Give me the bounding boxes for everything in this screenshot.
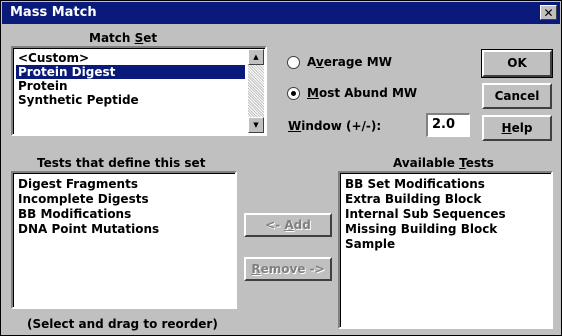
ok-button[interactable]: OK <box>481 49 553 78</box>
most-abund-mw-label: Most Abund MW <box>307 86 418 100</box>
tests-in-set-list[interactable]: Digest Fragments Incomplete Digests BB Mod… <box>11 171 237 309</box>
match-set-label: Match Set <box>89 31 158 45</box>
list-item[interactable]: Protein Digest <box>16 65 245 79</box>
close-button[interactable]: ✕ <box>540 5 557 20</box>
remove-button[interactable]: Remove -> <box>244 257 332 281</box>
cancel-button-label: Cancel <box>494 89 540 103</box>
cancel-button[interactable]: Cancel <box>482 83 552 109</box>
list-item[interactable]: Extra Building Block <box>343 192 548 206</box>
add-button-label: <- Add <box>265 218 311 232</box>
tests-in-set-label: Tests that define this set <box>37 156 206 170</box>
list-item[interactable]: Synthetic Peptide <box>16 93 245 107</box>
window-input[interactable]: 2.0 <box>426 113 470 137</box>
add-button[interactable]: <- Add <box>244 213 332 237</box>
window-field-label: Window (+/-): <box>288 119 382 133</box>
radio-unchecked-icon <box>287 56 300 69</box>
match-set-scrollbar[interactable]: ▲ ▼ <box>248 49 264 133</box>
reorder-hint: (Select and drag to reorder) <box>27 317 218 331</box>
list-item[interactable]: BB Set Modifications <box>343 177 548 191</box>
list-item[interactable]: BB Modifications <box>16 207 232 221</box>
list-item[interactable]: DNA Point Mutations <box>16 222 232 236</box>
scroll-down-icon[interactable]: ▼ <box>248 117 264 133</box>
radio-checked-icon <box>287 87 300 100</box>
list-item[interactable]: Incomplete Digests <box>16 192 232 206</box>
match-set-list[interactable]: <Custom> Protein Digest Protein Synthetic P… <box>11 46 267 136</box>
average-mw-label: Average MW <box>307 55 392 69</box>
scroll-up-icon[interactable]: ▲ <box>248 49 264 65</box>
help-button-label: Help <box>501 121 533 135</box>
mass-match-dialog: Mass Match ✕ Match Set <Custom> Protein D… <box>0 0 562 336</box>
list-item[interactable]: Missing Building Block <box>343 222 548 236</box>
title-bar[interactable]: Mass Match ✕ <box>2 2 560 24</box>
ok-button-label: OK <box>507 56 527 70</box>
window-title: Mass Match <box>10 5 97 20</box>
list-item[interactable]: Internal Sub Sequences <box>343 207 548 221</box>
available-tests-list[interactable]: BB Set Modifications Extra Building Block… <box>338 171 553 329</box>
remove-button-label: Remove -> <box>251 262 325 276</box>
list-item[interactable]: <Custom> <box>16 51 245 65</box>
list-item[interactable]: Digest Fragments <box>16 177 232 191</box>
list-item[interactable]: Sample <box>343 237 548 251</box>
scroll-track[interactable] <box>248 65 264 117</box>
close-icon: ✕ <box>543 6 554 20</box>
help-button[interactable]: Help <box>482 115 552 141</box>
list-item[interactable]: Protein <box>16 79 245 93</box>
available-tests-label: Available Tests <box>393 156 494 170</box>
